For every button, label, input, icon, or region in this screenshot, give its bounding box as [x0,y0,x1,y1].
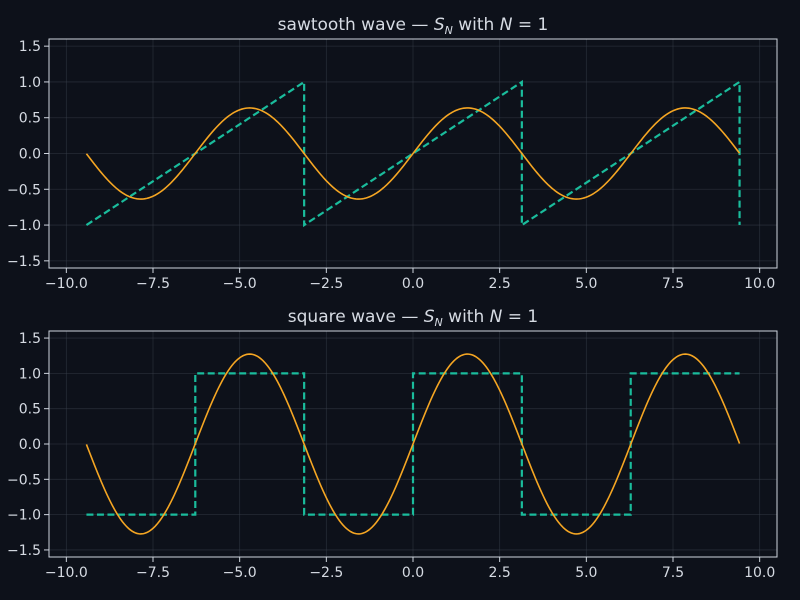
square-y-tick-label: 0.0 [19,437,41,453]
square-x-tick-label: 2.5 [489,565,511,581]
square-y-tick-label: −1.5 [7,543,41,559]
sawtooth-x-tick-label: 7.5 [662,276,684,292]
sawtooth-y-tick-label: 1.5 [19,39,41,55]
square-x-tick-label: −2.5 [309,565,343,581]
sawtooth-x-tick-label: −7.5 [136,276,170,292]
square-x-tick-label: −5.0 [223,565,257,581]
square-subplot: square wave — SN with N = 1 −10.0 −7.5 −5.… [7,307,778,581]
sawtooth-y-tick-label: −1.5 [7,254,41,270]
square-x-tick-label: 5.0 [575,565,597,581]
square-title: square wave — SN with N = 1 [288,307,538,329]
square-y-tick-label: 0.5 [19,402,41,418]
sawtooth-subplot: sawtooth wave — SN with N = 1 −10.0 −7.5 −… [7,15,778,292]
sawtooth-x-tick-label: −10.0 [45,276,88,292]
sawtooth-y-tick-label: 1.0 [19,75,41,91]
sawtooth-y-tick-label: −1.0 [7,218,41,234]
sawtooth-y-tick-label: 0.0 [19,147,41,163]
square-x-tick-label: −7.5 [136,565,170,581]
square-x-tick-label: −10.0 [45,565,88,581]
square-y-tick-label: −1.0 [7,508,41,524]
sawtooth-x-tick-label: 10.0 [744,276,775,292]
sawtooth-y-tick-label: 0.5 [19,111,41,127]
sawtooth-x-tick-label: −5.0 [223,276,257,292]
sawtooth-x-tick-label: 0.0 [402,276,424,292]
sawtooth-x-tick-label: 5.0 [575,276,597,292]
sawtooth-title: sawtooth wave — SN with N = 1 [278,15,549,37]
square-x-tick-label: 0.0 [402,565,424,581]
square-x-tick-label: 7.5 [662,565,684,581]
square-x-tick-label: 10.0 [744,565,775,581]
sawtooth-x-tick-label: −2.5 [309,276,343,292]
square-y-tick-label: 1.0 [19,366,41,382]
square-y-tick-label: 1.5 [19,331,41,347]
square-y-tick-label: −0.5 [7,472,41,488]
sawtooth-y-tick-label: −0.5 [7,182,41,198]
sawtooth-x-tick-label: 2.5 [489,276,511,292]
figure: sawtooth wave — SN with N = 1 −10.0 −7.5 −… [7,15,778,581]
